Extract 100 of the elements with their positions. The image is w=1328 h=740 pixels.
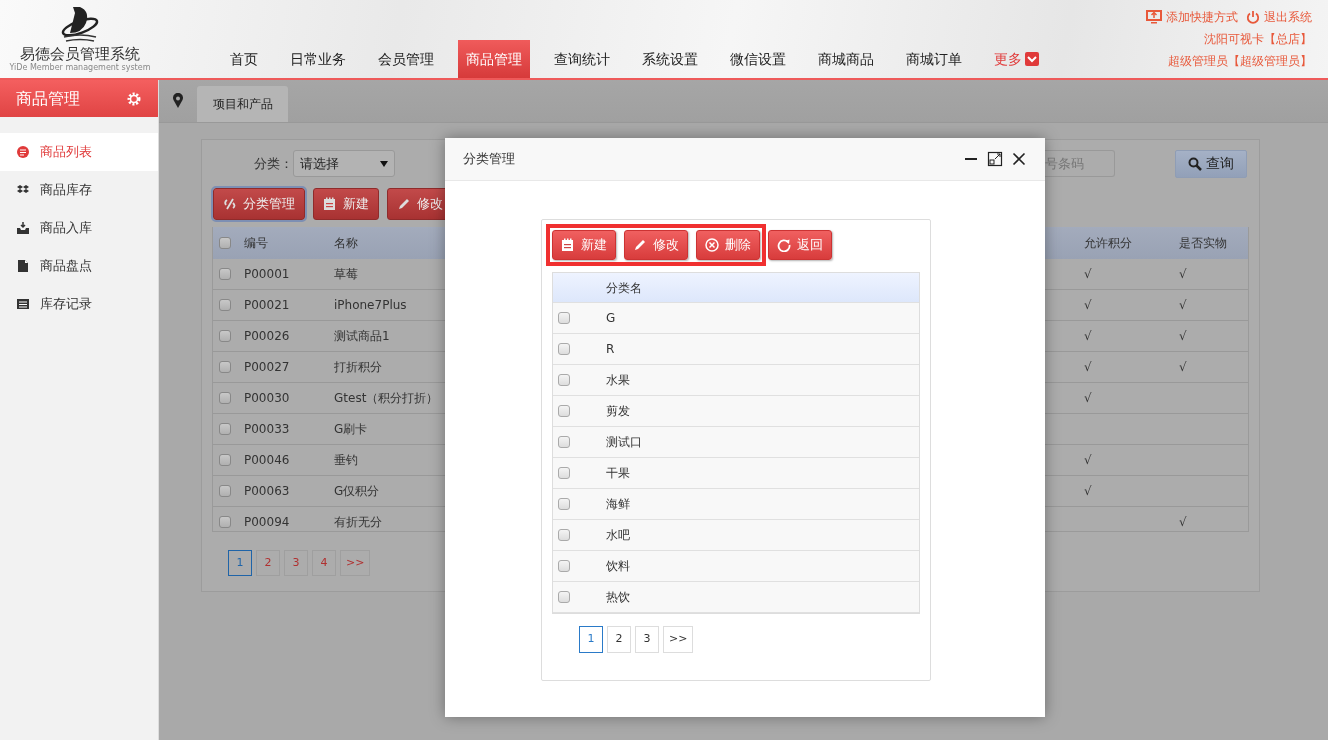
dropdown-caret-icon: [380, 160, 388, 167]
close-icon[interactable]: [1011, 151, 1027, 167]
row-checkbox[interactable]: [558, 374, 570, 386]
nav-item[interactable]: 首页: [222, 40, 266, 78]
page-button[interactable]: 1: [579, 626, 603, 653]
column-header: 是否实物: [1179, 235, 1228, 252]
toolbar-button[interactable]: 返回: [768, 230, 832, 260]
toolbar-button[interactable]: 修改: [624, 230, 688, 260]
toolbar-button[interactable]: 删除: [696, 230, 760, 260]
check-mark: √: [1084, 390, 1093, 407]
nav-item[interactable]: 商城商品: [810, 40, 882, 78]
search-button[interactable]: 查询: [1175, 149, 1247, 178]
check-mark: √: [1179, 328, 1188, 345]
page-button[interactable]: >>: [663, 626, 694, 653]
document-icon: [16, 259, 30, 273]
table-cell-text: P00033: [244, 421, 291, 438]
nav-item[interactable]: 日常业务: [282, 40, 354, 78]
user-name: 超级管理员【超级管理员】: [1168, 53, 1312, 70]
nav-item[interactable]: 商城订单: [898, 40, 970, 78]
nav-item[interactable]: 微信设置: [722, 40, 794, 78]
table-cell-text: 水吧: [606, 527, 630, 544]
filter-label: 分类：: [254, 154, 293, 173]
row-checkbox[interactable]: [219, 299, 231, 311]
nav-item[interactable]: 商品管理: [458, 40, 530, 78]
table-cell-text: 垂钓: [334, 452, 359, 469]
row-checkbox[interactable]: [558, 312, 570, 324]
table-cell-text: P00094: [244, 514, 291, 531]
pencil-icon: [397, 197, 411, 211]
row-checkbox[interactable]: [558, 343, 570, 355]
table-cell-text: 饮料: [606, 558, 630, 575]
table-cell-text: P00030: [244, 390, 291, 407]
table-cell-text: P00046: [244, 452, 291, 469]
table-cell-text: P00026: [244, 328, 291, 345]
check-mark: √: [1179, 266, 1188, 283]
refresh-icon: [777, 238, 791, 252]
link-icon: [223, 197, 237, 211]
table-icon: [16, 297, 30, 311]
row-checkbox[interactable]: [558, 529, 570, 541]
category-select[interactable]: 请选择: [293, 150, 395, 177]
check-mark: √: [1084, 483, 1093, 500]
nav-item[interactable]: 系统设置: [634, 40, 706, 78]
check-mark: √: [1179, 514, 1188, 531]
table-cell-text: G: [606, 310, 616, 327]
table-cell-text: 有折无分: [334, 514, 383, 531]
row-checkbox[interactable]: [219, 361, 231, 373]
check-mark: √: [1179, 297, 1188, 314]
location-pin-icon[interactable]: [172, 93, 184, 109]
row-checkbox[interactable]: [219, 516, 231, 528]
page-button[interactable]: 2: [607, 626, 631, 653]
table-cell-text: 水果: [606, 372, 630, 389]
row-checkbox[interactable]: [558, 498, 570, 510]
table-cell-text: P00021: [244, 297, 291, 314]
list-icon: [16, 145, 30, 159]
row-checkbox[interactable]: [558, 560, 570, 572]
dialog-title: 分类管理: [463, 150, 515, 169]
table-cell-text: R: [606, 341, 615, 358]
maximize-icon[interactable]: [987, 151, 1003, 167]
row-checkbox[interactable]: [558, 436, 570, 448]
monitor-icon: [1146, 10, 1162, 24]
page-tab[interactable]: 项目和产品: [197, 86, 288, 122]
table-cell-text: 热饮: [606, 589, 630, 606]
sidebar-item[interactable]: 商品盘点: [0, 247, 158, 285]
check-mark: √: [1084, 359, 1093, 376]
row-checkbox[interactable]: [219, 268, 231, 280]
table-cell-text: 海鲜: [606, 496, 630, 513]
check-mark: √: [1084, 452, 1093, 469]
check-mark: √: [1084, 297, 1093, 314]
sidebar-item[interactable]: 商品列表: [0, 133, 158, 171]
table-cell-text: P00001: [244, 266, 291, 283]
column-header: 允许积分: [1084, 235, 1133, 252]
notepad-icon: [323, 197, 337, 211]
app-title: 易德会员管理系统: [20, 47, 140, 62]
gear-icon: [126, 90, 142, 107]
toolbar-button[interactable]: 新建: [552, 230, 616, 260]
row-checkbox[interactable]: [219, 392, 231, 404]
store-name: 沈阳可视卡【总店】: [1204, 31, 1312, 48]
table-cell-text: P00027: [244, 359, 291, 376]
row-checkbox[interactable]: [219, 423, 231, 435]
toolbar-button[interactable]: 分类管理: [213, 188, 305, 220]
row-checkbox[interactable]: [219, 485, 231, 497]
table-cell-text: 测试商品1: [334, 328, 391, 345]
row-checkbox[interactable]: [558, 467, 570, 479]
toolbar-button[interactable]: 新建: [313, 188, 379, 220]
sidebar-item[interactable]: 商品库存: [0, 171, 158, 209]
row-checkbox[interactable]: [558, 591, 570, 603]
header-checkbox[interactable]: [219, 237, 231, 249]
row-checkbox[interactable]: [558, 405, 570, 417]
power-icon: [1246, 10, 1260, 24]
nav-item[interactable]: 会员管理: [370, 40, 442, 78]
row-checkbox[interactable]: [219, 330, 231, 342]
nav-item[interactable]: 查询统计: [546, 40, 618, 78]
sidebar-item[interactable]: 库存记录: [0, 285, 158, 323]
row-checkbox[interactable]: [219, 454, 231, 466]
table-cell-text: 剪发: [606, 403, 630, 420]
page-button[interactable]: 3: [635, 626, 659, 653]
nav-item[interactable]: 更多: [986, 40, 1047, 78]
table-cell-text: 打折积分: [334, 359, 383, 376]
app-subtitle: YiDe Member management system: [9, 62, 151, 74]
table-cell-text: G仅积分: [334, 483, 381, 500]
sidebar-item[interactable]: 商品入库: [0, 209, 158, 247]
